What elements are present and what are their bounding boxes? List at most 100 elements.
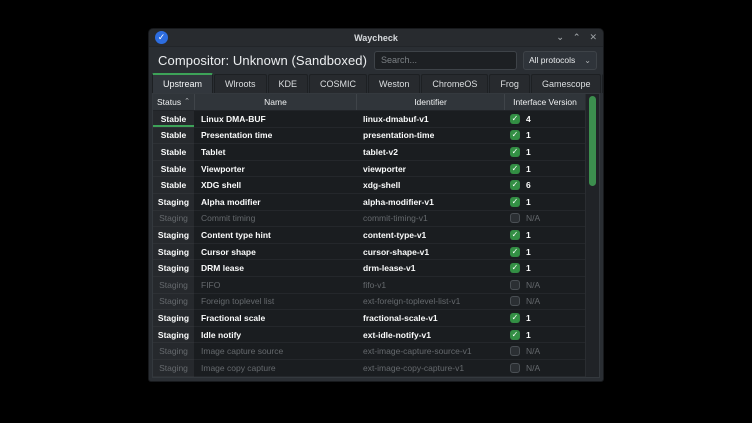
row-identifier: commit-timing-v1 [357,211,505,228]
row-interface-version: N/A [505,211,585,228]
table-row[interactable]: StagingContent type hintcontent-type-v1✓… [153,227,585,244]
row-name: Fractional scale [195,310,357,327]
row-identifier: presentation-time [357,128,505,145]
checkbox-checked-icon: ✓ [510,130,520,140]
row-status: Staging [153,194,195,211]
row-interface-version: N/A [505,294,585,311]
table-row[interactable]: StableLinux DMA-BUFlinux-dmabuf-v1✓4 [153,111,585,128]
table-row[interactable]: StagingForeign toplevel listext-foreign-… [153,294,585,311]
tab-frog[interactable]: Frog [489,74,530,93]
column-header-identifier[interactable]: Identifier [357,94,505,110]
tab-chromeos[interactable]: ChromeOS [421,74,488,93]
checkbox-checked-icon: ✓ [510,330,520,340]
tab-kde[interactable]: KDE [268,74,309,93]
protocol-table-pane: Status ⌃ Name Identifier Interface Versi… [152,93,600,378]
row-name: Idle notify [195,327,357,344]
protocol-filter-dropdown[interactable]: All protocols ⌄ [523,51,597,70]
version-value: 1 [526,247,531,257]
protocol-table: Status ⌃ Name Identifier Interface Versi… [153,94,585,377]
checkbox-checked-icon: ✓ [510,164,520,174]
table-row[interactable]: StableXDG shellxdg-shell✓6 [153,177,585,194]
tab-upstream[interactable]: Upstream [152,73,213,93]
minimize-icon[interactable]: ⌄ [556,33,564,42]
row-interface-version: N/A [505,343,585,360]
row-identifier: ext-image-capture-source-v1 [357,343,505,360]
row-name: Foreign toplevel list [195,294,357,311]
version-value: 1 [526,330,531,340]
version-value: 6 [526,180,531,190]
checkbox-checked-icon: ✓ [510,247,520,257]
table-row[interactable]: StableTablettablet-v2✓1 [153,144,585,161]
window-controls: ⌄ ⌃ ✕ [556,33,597,42]
checkbox-checked-icon: ✓ [510,147,520,157]
row-identifier: ext-image-copy-capture-v1 [357,360,505,377]
row-identifier: linux-dmabuf-v1 [357,111,505,128]
tab-unknown[interactable]: Unknown [602,74,604,93]
row-name: Viewporter [195,161,357,178]
maximize-icon[interactable]: ⌃ [573,33,581,42]
column-header-status[interactable]: Status ⌃ [153,94,195,110]
row-interface-version: ✓6 [505,177,585,194]
tab-cosmic[interactable]: COSMIC [309,74,367,93]
window-title: Waycheck [149,33,603,43]
table-row[interactable]: StagingCursor shapecursor-shape-v1✓1 [153,244,585,261]
row-status: Staging [153,360,195,377]
row-identifier: viewporter [357,161,505,178]
checkbox-unchecked-icon [510,213,520,223]
row-name: Commit timing [195,211,357,228]
vertical-scrollbar[interactable] [585,94,599,377]
row-identifier: xdg-shell [357,177,505,194]
row-name: Alpha modifier [195,194,357,211]
protocol-filter-value: All protocols [529,55,575,65]
table-row[interactable]: StagingFractional scalefractional-scale-… [153,310,585,327]
table-row[interactable]: StagingDRM leasedrm-lease-v1✓1 [153,260,585,277]
table-row[interactable]: StableViewporterviewporter✓1 [153,161,585,178]
row-interface-version: ✓1 [505,327,585,344]
waycheck-app-icon: ✓ [155,31,168,44]
row-name: Content type hint [195,227,357,244]
version-value: 1 [526,130,531,140]
row-status: Staging [153,211,195,228]
row-status: Stable [153,177,195,194]
row-interface-version: N/A [505,277,585,294]
column-header-name[interactable]: Name [195,94,357,110]
checkbox-unchecked-icon [510,346,520,356]
close-icon[interactable]: ✕ [589,33,597,42]
column-header-interface-version[interactable]: Interface Version [505,94,585,110]
table-row[interactable]: StablePresentation timepresentation-time… [153,128,585,145]
checkbox-checked-icon: ✓ [510,114,520,124]
row-name: Cursor shape [195,244,357,261]
checkbox-unchecked-icon [510,296,520,306]
version-value: 1 [526,147,531,157]
tab-weston[interactable]: Weston [368,74,420,93]
row-status: Staging [153,327,195,344]
table-row[interactable]: StagingFIFOfifo-v1N/A [153,277,585,294]
table-row[interactable]: StagingImage copy captureext-image-copy-… [153,360,585,377]
version-value: N/A [526,296,540,306]
tab-bar: UpstreamWlrootsKDECOSMICWestonChromeOSFr… [149,73,603,93]
table-row[interactable]: StagingIdle notifyext-idle-notify-v1✓1 [153,327,585,344]
scrollbar-thumb[interactable] [589,96,596,186]
row-identifier: alpha-modifier-v1 [357,194,505,211]
row-status: Staging [153,294,195,311]
row-identifier: ext-foreign-toplevel-list-v1 [357,294,505,311]
titlebar[interactable]: ✓ Waycheck ⌄ ⌃ ✕ [149,29,603,47]
row-name: Linux DMA-BUF [195,111,357,128]
search-input[interactable] [374,51,517,70]
version-value: 4 [526,114,531,124]
tab-gamescope[interactable]: Gamescope [531,74,602,93]
row-name: DRM lease [195,260,357,277]
checkbox-checked-icon: ✓ [510,197,520,207]
chevron-down-icon: ⌄ [584,56,591,65]
table-row[interactable]: StagingImage capture sourceext-image-cap… [153,343,585,360]
tab-wlroots[interactable]: Wlroots [214,74,267,93]
row-name: XDG shell [195,177,357,194]
version-value: 1 [526,197,531,207]
checkbox-unchecked-icon [510,280,520,290]
row-status: Staging [153,277,195,294]
row-interface-version: ✓1 [505,161,585,178]
row-identifier: cursor-shape-v1 [357,244,505,261]
checkbox-checked-icon: ✓ [510,180,520,190]
table-row[interactable]: StagingAlpha modifieralpha-modifier-v1 ✓ 1 [153,194,585,211]
table-row[interactable]: StagingCommit timingcommit-timing-v1N/A [153,211,585,228]
